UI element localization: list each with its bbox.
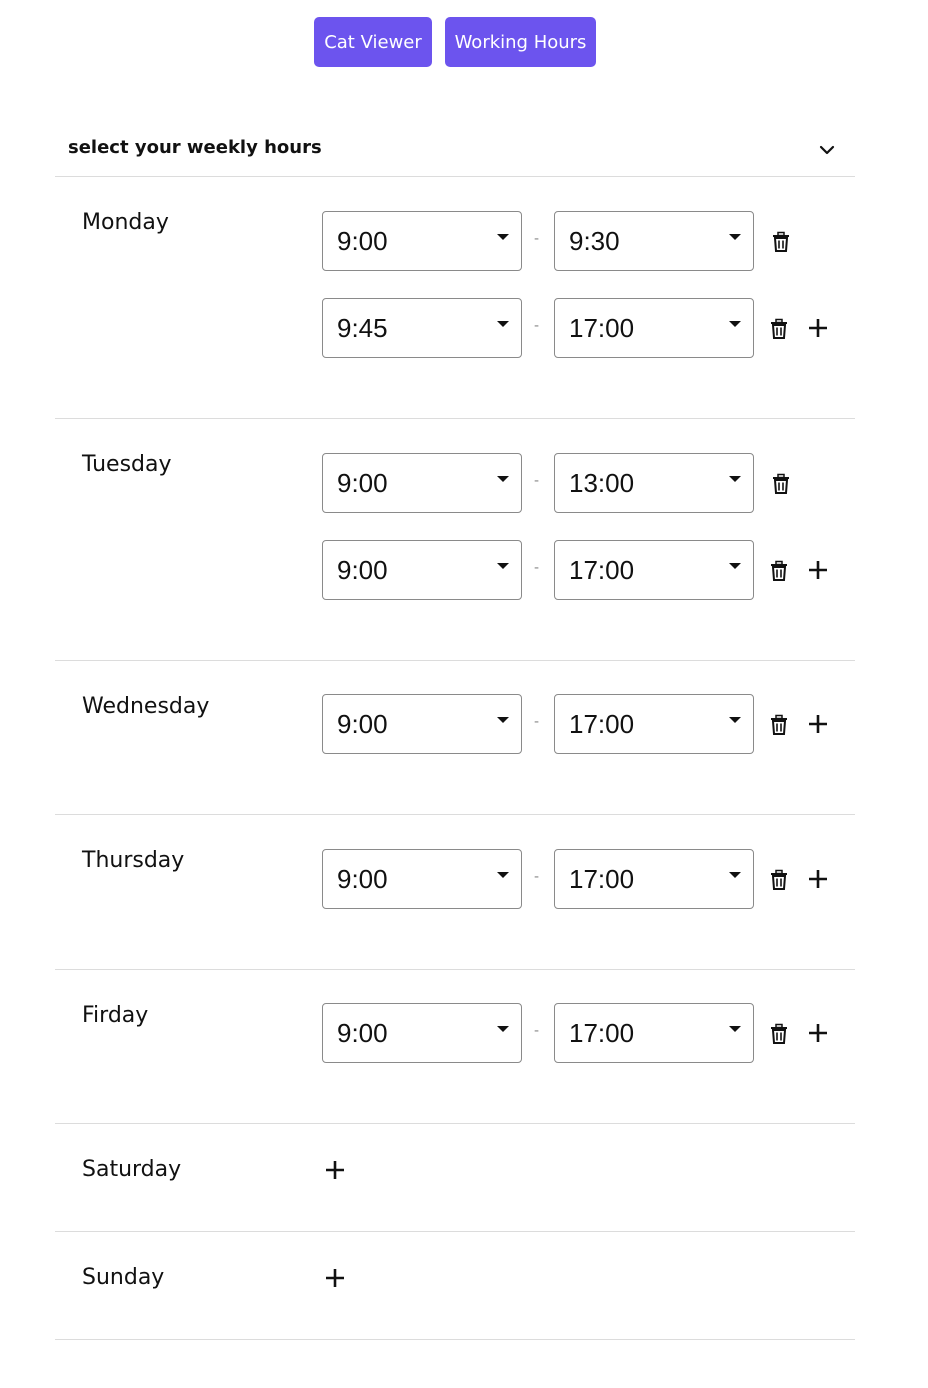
add-icon[interactable]	[806, 712, 830, 736]
start-time-select[interactable]: 9:00	[322, 453, 522, 513]
end-time-select[interactable]: 17:00	[554, 1003, 754, 1063]
day-row-tuesday: Tuesday 9:00 - 13:00 9:00 - 17:00	[55, 419, 855, 661]
day-name: Saturday	[82, 1157, 182, 1182]
add-icon[interactable]	[323, 1158, 347, 1182]
time-slot: 9:00 - 17:00	[322, 1003, 842, 1063]
trash-icon[interactable]	[768, 1023, 790, 1045]
range-separator: -	[534, 318, 540, 334]
start-time-select[interactable]: 9:45	[322, 298, 522, 358]
caret-down-icon	[729, 1026, 741, 1032]
range-separator: -	[534, 560, 540, 576]
trash-icon[interactable]	[768, 560, 790, 582]
day-name: Tuesday	[82, 452, 172, 477]
time-slot: 9:00 - 17:00	[322, 849, 842, 909]
caret-down-icon	[729, 234, 741, 240]
end-time-select[interactable]: 17:00	[554, 540, 754, 600]
range-separator: -	[534, 714, 540, 730]
caret-down-icon	[729, 563, 741, 569]
caret-down-icon	[497, 872, 509, 878]
range-separator: -	[534, 473, 540, 489]
day-row-saturday: Saturday	[55, 1124, 855, 1232]
time-slot: 9:45 - 17:00	[322, 298, 842, 358]
end-time-select[interactable]: 9:30	[554, 211, 754, 271]
day-name: Wednesday	[82, 694, 210, 719]
caret-down-icon	[497, 717, 509, 723]
time-slot: 9:00 - 17:00	[322, 540, 842, 600]
top-nav: Cat Viewer Working Hours	[0, 17, 928, 67]
end-time-select[interactable]: 17:00	[554, 298, 754, 358]
chevron-down-icon[interactable]	[817, 140, 837, 160]
trash-icon[interactable]	[768, 318, 790, 340]
trash-icon[interactable]	[768, 869, 790, 891]
caret-down-icon	[497, 476, 509, 482]
day-name: Sunday	[82, 1265, 165, 1290]
day-row-friday: Firday 9:00 - 17:00	[55, 970, 855, 1124]
caret-down-icon	[729, 717, 741, 723]
caret-down-icon	[497, 234, 509, 240]
caret-down-icon	[497, 321, 509, 327]
weekly-hours-header[interactable]: select your weekly hours	[55, 122, 855, 177]
start-time-select[interactable]: 9:00	[322, 1003, 522, 1063]
day-row-monday: Monday 9:00 - 9:30 9:45 - 17:00	[55, 177, 855, 419]
start-time-select[interactable]: 9:00	[322, 211, 522, 271]
add-icon[interactable]	[806, 867, 830, 891]
working-hours-button[interactable]: Working Hours	[445, 17, 596, 67]
caret-down-icon	[729, 321, 741, 327]
caret-down-icon	[497, 1026, 509, 1032]
caret-down-icon	[729, 872, 741, 878]
caret-down-icon	[497, 563, 509, 569]
day-row-sunday: Sunday	[55, 1232, 855, 1340]
trash-icon[interactable]	[770, 473, 792, 495]
trash-icon[interactable]	[768, 714, 790, 736]
end-time-select[interactable]: 13:00	[554, 453, 754, 513]
day-name: Firday	[82, 1003, 149, 1028]
end-time-select[interactable]: 17:00	[554, 849, 754, 909]
time-slot: 9:00 - 9:30	[322, 211, 842, 271]
time-slot: 9:00 - 17:00	[322, 694, 842, 754]
trash-icon[interactable]	[770, 231, 792, 253]
add-icon[interactable]	[806, 316, 830, 340]
day-row-wednesday: Wednesday 9:00 - 17:00	[55, 661, 855, 815]
day-name: Monday	[82, 210, 169, 235]
time-slot: 9:00 - 13:00	[322, 453, 842, 513]
start-time-select[interactable]: 9:00	[322, 540, 522, 600]
add-icon[interactable]	[806, 1021, 830, 1045]
day-row-thursday: Thursday 9:00 - 17:00	[55, 815, 855, 970]
caret-down-icon	[729, 476, 741, 482]
day-name: Thursday	[82, 848, 185, 873]
start-time-select[interactable]: 9:00	[322, 849, 522, 909]
start-time-select[interactable]: 9:00	[322, 694, 522, 754]
add-icon[interactable]	[806, 558, 830, 582]
range-separator: -	[534, 869, 540, 885]
end-time-select[interactable]: 17:00	[554, 694, 754, 754]
add-icon[interactable]	[323, 1266, 347, 1290]
range-separator: -	[534, 1023, 540, 1039]
cat-viewer-button[interactable]: Cat Viewer	[314, 17, 432, 67]
weekly-hours-title: select your weekly hours	[68, 137, 322, 158]
range-separator: -	[534, 231, 540, 247]
